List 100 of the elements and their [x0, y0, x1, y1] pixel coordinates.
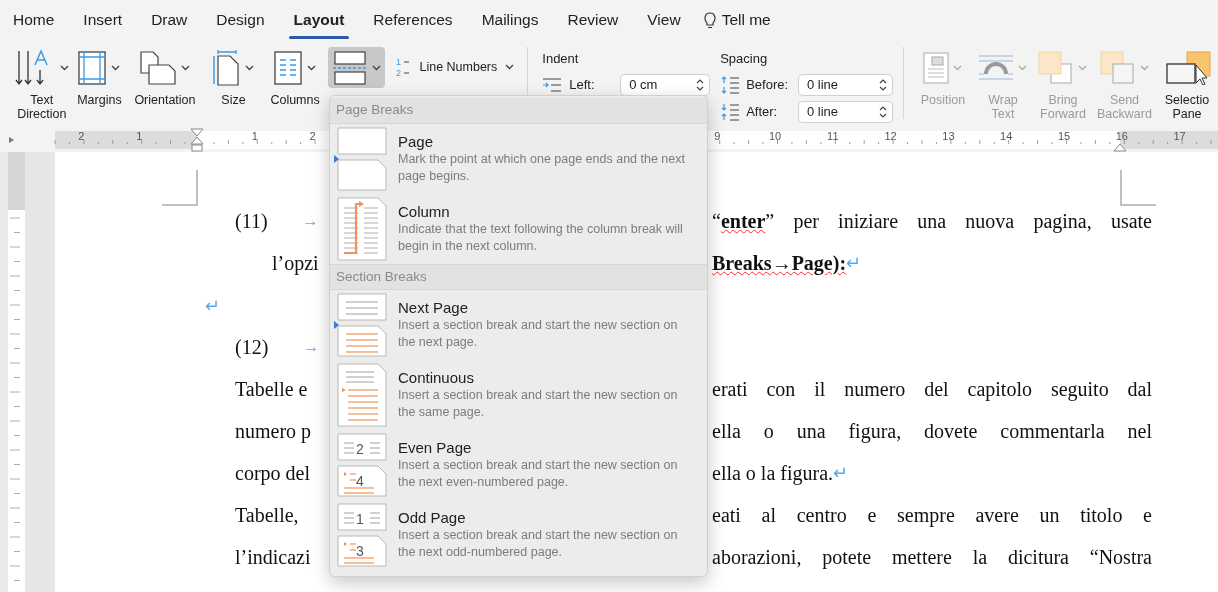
stepper-icon[interactable]: [879, 105, 887, 119]
ruler-number: 2: [78, 130, 85, 142]
ruler-number: 1: [251, 130, 258, 142]
space-before-icon: [720, 76, 741, 94]
caret-icon: [1140, 65, 1149, 71]
margins-icon: [78, 51, 107, 85]
page-break-icon: [334, 127, 390, 191]
field-label: Left:: [569, 78, 595, 92]
ribbon-tab[interactable]: References: [373, 0, 453, 40]
left-indent-field[interactable]: 0 cm: [620, 74, 711, 96]
space-before-field[interactable]: 0 line: [798, 74, 893, 96]
ribbon-button[interactable]: Size: [202, 47, 265, 128]
ribbon-button[interactable]: Margins: [71, 47, 128, 128]
lightbulb-icon: [703, 11, 716, 29]
ribbon-tab[interactable]: Draw: [151, 0, 188, 40]
columns-icon: [274, 51, 303, 85]
menu-item-description: Insert a section break and start the new section on the next even-numbered page.: [398, 457, 679, 491]
body-text: “enter” per iniziare una nuova pagina, usate: [712, 209, 1152, 233]
ribbon-tab[interactable]: Design: [216, 0, 265, 40]
ruler-number: 10: [768, 130, 782, 142]
selection-pane-icon: [1163, 51, 1211, 85]
caret-icon: [1018, 65, 1028, 71]
breaks-button[interactable]: [327, 47, 386, 88]
field-label: Before:: [746, 78, 789, 92]
space-after-field[interactable]: 0 line: [798, 101, 893, 123]
caret-icon: [1078, 65, 1088, 71]
menu-item-description: Insert a section break and start the new section on the same page.: [398, 387, 679, 421]
ruler-number: 14: [1000, 130, 1013, 142]
menu-item[interactable]: 1 3 Odd Page Insert a section break and start the new section on the next odd-numbered page.: [330, 500, 707, 570]
tab-mark: →: [303, 337, 320, 357]
group-title: Spacing: [720, 52, 769, 66]
caret-icon: [111, 65, 121, 71]
menu-item-title: Page: [398, 133, 435, 151]
menu-item-title: Next Page: [398, 299, 470, 317]
menu-item-description: Mark the point at which one page ends and the next page begins.: [398, 151, 685, 185]
ribbon-button[interactable]: Text Direction: [12, 47, 72, 128]
stepper-icon[interactable]: [696, 78, 705, 92]
ribbon-button[interactable]: Columns: [264, 47, 326, 128]
menu-item[interactable]: Column Indicate that the text following the column break will begin in the next column.: [330, 194, 707, 264]
caret-icon: [505, 64, 515, 70]
ribbon-button[interactable]: Selectio Pane: [1156, 47, 1218, 128]
body-text: l’opzi: [272, 252, 319, 274]
ribbon-tab[interactable]: Home: [13, 0, 55, 40]
menu-item-description: Indicate that the text following the column break will begin in the next column.: [398, 221, 684, 255]
page-break-icon: [332, 50, 369, 85]
caret-icon: [953, 65, 963, 71]
body-text: corpo del: [235, 462, 310, 484]
orientation-icon: [139, 51, 176, 85]
stepper-icon[interactable]: [879, 78, 887, 92]
caret-icon: [59, 65, 69, 71]
paragraph-mark: ↵: [846, 252, 862, 275]
body-text: Tabelle e: [235, 378, 308, 400]
ribbon-tab[interactable]: Review: [567, 0, 619, 40]
ribbon-tab[interactable]: Mailings: [481, 0, 539, 40]
menu-item[interactable]: Page Mark the point at which one page ends and the next page begins.: [330, 124, 707, 194]
caret-icon: [245, 65, 255, 71]
body-text: aborazioni, potete mettere la dicitura “Nostra: [712, 545, 1152, 569]
tab-mark: →: [302, 211, 319, 231]
ribbon-tab[interactable]: View: [647, 0, 681, 40]
item-number: (11): [235, 209, 268, 233]
ruler-number: 17: [1173, 130, 1186, 142]
field-label: After:: [746, 105, 778, 119]
tell-me-button[interactable]: Tell me: [703, 8, 771, 32]
menu-section-header: Page Breaks: [330, 98, 707, 124]
left-indent-icon: [542, 78, 563, 92]
ruler-number: 11: [827, 130, 839, 142]
ribbon-tab[interactable]: Insert: [83, 0, 123, 40]
menu-item-title: Odd Page: [398, 509, 467, 527]
send-backward-icon: [1100, 51, 1136, 85]
indent-marker[interactable]: [190, 128, 204, 152]
ruler-number: 16: [1115, 130, 1128, 142]
column-break-icon: [334, 197, 390, 261]
continuous-section-icon: [334, 363, 390, 427]
wrap-text-icon: [978, 53, 1015, 83]
caret-icon: [307, 65, 317, 71]
size-icon: [212, 50, 241, 86]
group-title: Indent: [542, 52, 580, 66]
line-numbers-button[interactable]: 1 2 Line Numbers: [395, 47, 515, 87]
menu-item-description: Insert a section break and start the new section on the next page.: [398, 317, 679, 351]
menu-item[interactable]: 2 4 Even Page Insert a section break and start the new section on the next even-numbered page.: [330, 430, 707, 500]
ruler-number: 12: [884, 130, 897, 142]
body-text: l’indicazi: [235, 546, 311, 568]
ruler-number: 13: [942, 130, 955, 142]
caret-icon: [180, 65, 190, 71]
body-text: ella o una figura, dovete commentarla nel: [712, 419, 1152, 443]
ruler-number: 9: [714, 130, 721, 142]
menu-item[interactable]: Next Page Insert a section break and start the new section on the next page.: [330, 290, 707, 360]
menu-item-title: Even Page: [398, 439, 473, 457]
position-icon: [923, 52, 950, 84]
ribbon-button[interactable]: Orientation: [127, 47, 203, 128]
paragraph-mark: ↵: [833, 462, 849, 485]
menu-item-title: Continuous: [398, 369, 475, 387]
paragraph-mark: ↵: [205, 295, 220, 316]
menu-item-description: Insert a section break and start the new section on the next odd-numbered page.: [398, 527, 679, 561]
menu-item[interactable]: Continuous Insert a section break and start the new section on the same page.: [330, 360, 707, 430]
ruler-number: 2: [309, 130, 316, 142]
body-text: numero p: [235, 420, 312, 442]
body-text: erati con il numero del capitolo seguito dal: [712, 377, 1152, 401]
ruler-number: 15: [1057, 130, 1071, 142]
menu-section-header: Section Breaks: [330, 264, 707, 290]
